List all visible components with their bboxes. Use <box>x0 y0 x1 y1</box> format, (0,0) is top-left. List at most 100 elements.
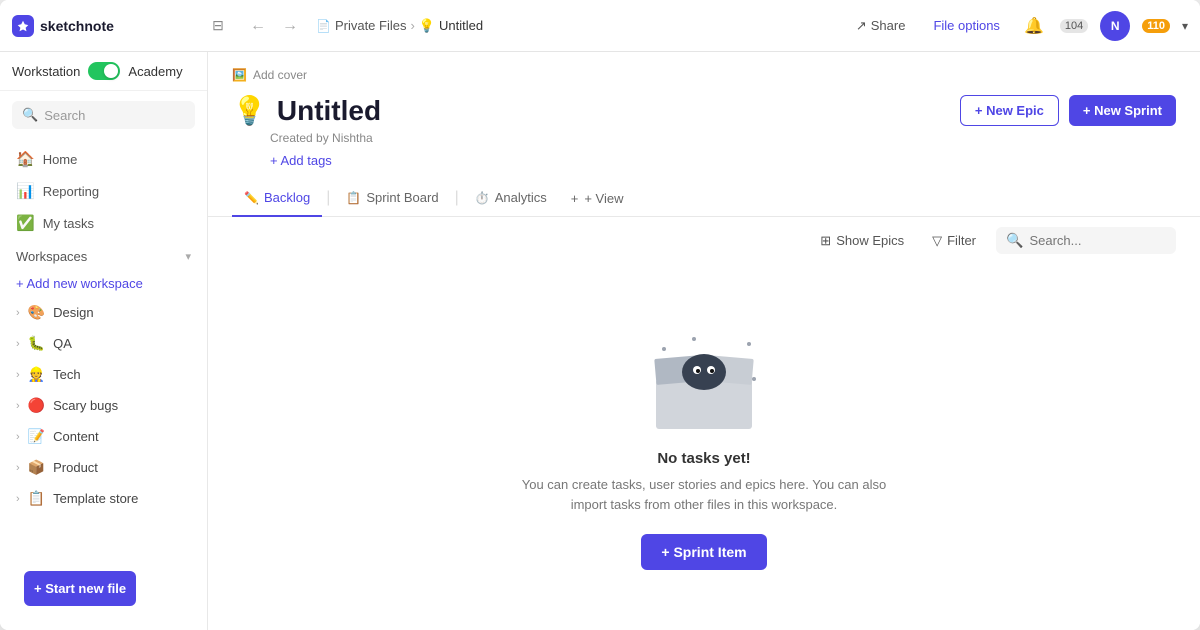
notification-button[interactable]: 🔔 <box>1020 12 1048 40</box>
title-emoji: 💡 <box>232 94 267 127</box>
sidebar-item-home[interactable]: 🏠 Home <box>0 143 207 175</box>
start-new-file-button[interactable]: + Start new file <box>24 571 136 606</box>
app-logo: sketchnote <box>12 15 192 37</box>
breadcrumb-section[interactable]: Private Files <box>335 18 407 33</box>
nav-arrows: ← → <box>244 15 304 37</box>
sidebar-item-scary-bugs[interactable]: › 🔴 Scary bugs <box>0 390 207 421</box>
image-icon: 🖼️ <box>232 68 247 82</box>
search-toolbar-icon: 🔍 <box>1006 232 1023 249</box>
workspaces-header[interactable]: Workspaces ▾ <box>0 243 207 270</box>
qa-emoji: 🐛 <box>28 335 45 352</box>
titlebar: sketchnote ⊟ ← → 📄 Private Files › 💡 Unt… <box>0 0 1200 52</box>
tab-divider-2: | <box>451 189 463 207</box>
tech-chevron-icon: › <box>16 369 20 381</box>
created-by: Created by Nishtha <box>270 131 1176 145</box>
sidebar-nav: 🏠 Home 📊 Reporting ✅ My tasks <box>0 139 207 243</box>
toggle-knob <box>104 64 118 78</box>
page-icon: 💡 <box>419 18 435 34</box>
page-title: 💡 Untitled <box>232 94 381 127</box>
toolbar-row: ⊞ Show Epics ▽ Filter 🔍 <box>208 217 1200 264</box>
avatar[interactable]: N <box>1100 11 1130 41</box>
add-tags-button[interactable]: + Add tags <box>270 153 1176 168</box>
bugs-emoji: 🔴 <box>28 397 45 414</box>
sidebar: Workstation Academy 🔍 Search 🏠 Home <box>0 52 208 630</box>
sidebar-item-my-tasks[interactable]: ✅ My tasks <box>0 207 207 239</box>
user-count: 110 <box>1142 19 1170 33</box>
workspace-toggle: Workstation Academy <box>12 62 195 80</box>
sidebar-item-reporting[interactable]: 📊 Reporting <box>0 175 207 207</box>
content-chevron-icon: › <box>16 431 20 443</box>
filter-button[interactable]: ▽ Filter <box>924 229 984 253</box>
tab-sprint-board[interactable]: 📋 Sprint Board <box>334 180 450 217</box>
search-box[interactable]: 🔍 Search <box>12 101 195 129</box>
tech-emoji: 👷 <box>28 366 45 383</box>
product-emoji: 📦 <box>28 459 45 476</box>
home-icon: 🏠 <box>16 150 35 168</box>
tab-backlog[interactable]: ✏️ Backlog <box>232 180 322 217</box>
design-emoji: 🎨 <box>28 304 45 321</box>
sidebar-item-qa[interactable]: › 🐛 QA <box>0 328 207 359</box>
logo-icon <box>12 15 34 37</box>
empty-title: No tasks yet! <box>657 450 750 467</box>
design-chevron-icon: › <box>16 307 20 319</box>
main-layout: Workstation Academy 🔍 Search 🏠 Home <box>0 52 1200 630</box>
breadcrumb-current: 💡 Untitled <box>419 18 483 34</box>
content-tabs: ✏️ Backlog | 📋 Sprint Board | ⏱️ Analyti… <box>208 180 1200 217</box>
view-tab[interactable]: + + View <box>559 181 636 216</box>
search-icon: 🔍 <box>22 107 38 123</box>
header-actions: ↗ Share File options 🔔 104 N 110 ▾ <box>848 11 1188 41</box>
app-name: sketchnote <box>40 18 114 34</box>
share-icon: ↗ <box>856 18 867 34</box>
qa-chevron-icon: › <box>16 338 20 350</box>
empty-description: You can create tasks, user stories and e… <box>522 475 886 514</box>
file-icon: 📄 <box>316 19 331 33</box>
page-title-text[interactable]: Untitled <box>277 95 381 127</box>
sidebar-item-tech[interactable]: › 👷 Tech <box>0 359 207 390</box>
sidebar-item-design[interactable]: › 🎨 Design <box>0 297 207 328</box>
tab-analytics[interactable]: ⏱️ Analytics <box>463 180 559 217</box>
sprint-board-tab-icon: 📋 <box>346 191 361 205</box>
sidebar-item-product[interactable]: › 📦 Product <box>0 452 207 483</box>
sidebar-toggle-icon[interactable]: ⊟ <box>204 12 232 40</box>
page-title-row: 💡 Untitled + New Epic + New Sprint <box>232 94 1176 127</box>
breadcrumb-sep: › <box>410 18 414 33</box>
user-dropdown-icon[interactable]: ▾ <box>1182 19 1188 33</box>
analytics-tab-icon: ⏱️ <box>475 191 490 205</box>
workspace-mode: Academy <box>128 64 182 79</box>
back-button[interactable]: ← <box>244 15 272 37</box>
add-workspace-button[interactable]: + Add new workspace <box>0 270 207 297</box>
sprint-item-button[interactable]: + Sprint Item <box>641 534 766 570</box>
template-emoji: 📋 <box>28 490 45 507</box>
search-toolbar-input[interactable] <box>1029 233 1159 248</box>
content-area: 🖼️ Add cover 💡 Untitled + New Epic + New… <box>208 52 1200 630</box>
plus-icon: + <box>571 191 579 206</box>
empty-state: No tasks yet! You can create tasks, user… <box>208 264 1200 630</box>
file-options-button[interactable]: File options <box>925 14 1007 37</box>
show-epics-button[interactable]: ⊞ Show Epics <box>812 229 912 253</box>
share-button[interactable]: ↗ Share <box>848 14 914 38</box>
toolbar-search[interactable]: 🔍 <box>996 227 1176 254</box>
forward-button[interactable]: → <box>276 15 304 37</box>
workspaces-chevron-icon: ▾ <box>185 250 191 263</box>
page-actions: + New Epic + New Sprint <box>960 95 1176 126</box>
filter-icon: ▽ <box>932 233 942 249</box>
epics-icon: ⊞ <box>820 233 831 249</box>
tab-divider-1: | <box>322 189 334 207</box>
sidebar-item-template-store[interactable]: › 📋 Template store <box>0 483 207 514</box>
workspace-label: Workstation <box>12 64 80 79</box>
empty-illustration <box>634 324 774 434</box>
bugs-chevron-icon: › <box>16 400 20 412</box>
product-chevron-icon: › <box>16 462 20 474</box>
new-sprint-button[interactable]: + New Sprint <box>1069 95 1176 126</box>
tasks-icon: ✅ <box>16 214 35 232</box>
toggle-switch[interactable] <box>88 62 120 80</box>
reporting-icon: 📊 <box>16 182 35 200</box>
sidebar-top: Workstation Academy <box>0 52 207 91</box>
template-chevron-icon: › <box>16 493 20 505</box>
sidebar-item-content[interactable]: › 📝 Content <box>0 421 207 452</box>
new-epic-button[interactable]: + New Epic <box>960 95 1059 126</box>
breadcrumb: 📄 Private Files › 💡 Untitled <box>316 18 836 34</box>
search-placeholder: Search <box>44 108 85 123</box>
add-cover-button[interactable]: 🖼️ Add cover <box>232 68 1176 82</box>
notif-count: 104 <box>1060 19 1088 33</box>
